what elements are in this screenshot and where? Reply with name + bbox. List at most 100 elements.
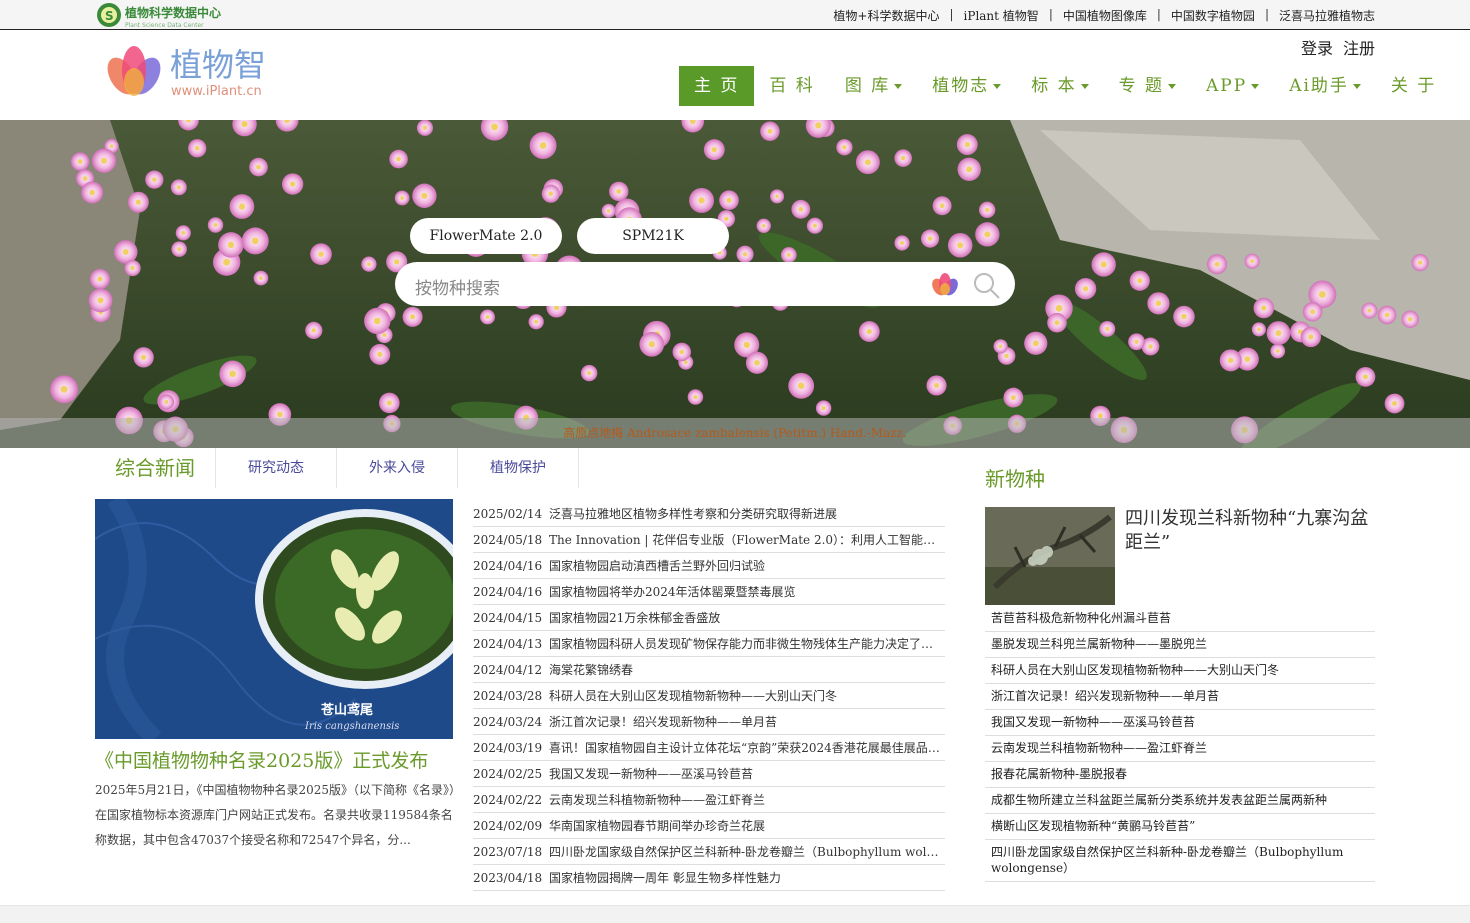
news-date: 2024/03/28 [473, 688, 543, 703]
link-iplant[interactable]: iPlant 植物智 [964, 7, 1039, 24]
news-title[interactable]: 科研人员在大别山区发现植物新物种——大别山天门冬 [549, 687, 945, 704]
login-link[interactable]: 登录 [1301, 35, 1333, 59]
link-digital-garden[interactable]: 中国数字植物园 [1171, 7, 1255, 24]
news-item[interactable]: 2024/03/28 科研人员在大别山区发现植物新物种——大别山天门冬 [473, 683, 945, 709]
link-plant-data-center[interactable]: 植物+科学数据中心 [833, 7, 939, 24]
caret-down-icon [1251, 84, 1260, 89]
news-item[interactable]: 2024/04/12 海棠花繁锦绣春 [473, 657, 945, 683]
register-link[interactable]: 注册 [1343, 35, 1375, 59]
psdc-logo[interactable]: S 植物科学数据中心 Plant Science Data Center [95, 1, 235, 29]
species-search-bar[interactable]: 按物种搜索 [395, 262, 1015, 306]
news-title[interactable]: 国家植物园揭牌一周年 彰显生物多样性魅力 [549, 869, 945, 886]
nav-app[interactable]: APP [1191, 66, 1274, 106]
news-item[interactable]: 2023/07/18 四川卧龙国家级自然保护区兰科新种-卧龙卷瓣兰（Bulboph… [473, 839, 945, 865]
new-species-item[interactable]: 四川卧龙国家级自然保护区兰科新种-卧龙卷瓣兰（Bulbophyllum wolo… [985, 840, 1375, 882]
bloom-eye [141, 354, 147, 360]
news-item[interactable]: 2023/04/18 国家植物园揭牌一周年 彰显生物多样性魅力 [473, 865, 945, 891]
new-species-image[interactable] [985, 507, 1115, 605]
search-icon[interactable] [971, 270, 1001, 300]
new-species-item[interactable]: 云南发现兰科植物新物种——盈江虾脊兰 [985, 736, 1375, 762]
link-image-library[interactable]: 中国植物图像库 [1063, 7, 1147, 24]
bloom-eye [797, 382, 805, 390]
news-title[interactable]: 国家植物园将举办2024年活体罂粟暨禁毒展览 [549, 583, 945, 600]
link-pan-himalaya-flora[interactable]: 泛喜马拉雅植物志 [1279, 7, 1375, 24]
nav-ai-assistant[interactable]: Ai助手 [1274, 66, 1376, 106]
nav-gallery[interactable]: 图 库 [830, 66, 917, 106]
new-species-item[interactable]: 苦苣苔科极危新物种化州漏斗苣苔 [985, 606, 1375, 632]
bloom-eye [548, 191, 554, 196]
nav-encyclopedia[interactable]: 百 科 [754, 66, 829, 106]
new-species-item[interactable]: 报春花属新物种-墨脱报春 [985, 762, 1375, 788]
bloom-eye [742, 252, 748, 257]
iplant-logo[interactable]: 植物智 www.iPlant.cn [100, 38, 280, 100]
top-bar: S 植物科学数据中心 Plant Science Data Center 植物+… [0, 0, 1470, 30]
news-date: 2024/02/25 [473, 766, 543, 781]
new-species-headline[interactable]: 四川发现兰科新物种“九寨沟盆距兰” [1125, 507, 1375, 555]
news-item[interactable]: 2024/03/24 浙江首次记录！绍兴发现新物种——单月苔 [473, 709, 945, 735]
news-title[interactable]: 华南国家植物园春节期间举办珍奇兰花展 [549, 817, 945, 834]
news-title[interactable]: 海棠花繁锦绣春 [549, 661, 945, 678]
bloom-eye [985, 207, 990, 212]
tab-plant-protection[interactable]: 植物保护 [458, 448, 579, 488]
news-item[interactable]: 2024/05/18 The Innovation | 花伴侣专业版（Flower… [473, 527, 945, 553]
bloom-eye [1392, 401, 1398, 406]
bloom-eye [373, 317, 381, 325]
bloom-eye [101, 157, 108, 164]
feature-image[interactable]: 苍山鸢尾 Iris cangshanensis [95, 499, 453, 739]
tab-general-news[interactable]: 综合新闻 [95, 448, 216, 488]
nav-flora[interactable]: 植物志 [917, 66, 1016, 106]
bloom-eye [1214, 261, 1220, 267]
nav-home[interactable]: 主 页 [679, 66, 755, 106]
news-item[interactable]: 2024/02/25 我国又发现一新物种——巫溪马铃苣苔 [473, 761, 945, 787]
new-species-item[interactable]: 成都生物所建立兰科盆距兰属新分类系统并发表盆距兰属两新种 [985, 788, 1375, 814]
bloom-eye [534, 319, 539, 324]
nav-label: 植物志 [932, 76, 990, 96]
news-title[interactable]: 云南发现兰科植物新物种——盈江虾脊兰 [549, 791, 945, 808]
bloom-eye [223, 258, 231, 266]
news-item[interactable]: 2024/04/13 国家植物园科研人员发现矿物保存能力而非微生物残体生产能力决定… [473, 631, 945, 657]
news-date: 2023/07/18 [473, 844, 543, 859]
news-item[interactable]: 2025/02/14 泛喜马拉雅地区植物多样性考察和分类研究取得新进展 [473, 501, 945, 527]
tab-research[interactable]: 研究动态 [216, 448, 337, 488]
photo-caption: 高原点地梅 Androsace zambalensis (Petitm.) Ha… [0, 418, 1470, 448]
news-item[interactable]: 2024/04/16 国家植物园启动滇西槽舌兰野外回归试验 [473, 553, 945, 579]
bloom-eye [394, 259, 400, 265]
feature-title[interactable]: 《中国植物物种名录2025版》正式发布 [95, 746, 428, 773]
bloom-eye [606, 209, 611, 213]
bloom-eye [539, 142, 547, 149]
flowermate-button[interactable]: FlowerMate 2.0 [410, 218, 562, 254]
new-species-item[interactable]: 墨脱发现兰科兜兰属新物种——墨脱兜兰 [985, 632, 1375, 658]
news-title[interactable]: 喜讯！国家植物园自主设计立体花坛“京韵”荣获2024香港花展最佳展品金奖 [549, 739, 945, 756]
tab-invasive[interactable]: 外来入侵 [337, 448, 458, 488]
news-title[interactable]: 我国又发现一新物种——巫溪马铃苣苔 [549, 765, 945, 782]
nav-topics[interactable]: 专 题 [1104, 66, 1191, 106]
bloom-eye [812, 223, 817, 228]
separator: | [1264, 7, 1269, 21]
new-species-item[interactable]: 浙江首次记录！绍兴发现新物种——单月苔 [985, 684, 1375, 710]
news-title[interactable]: 国家植物园启动滇西槽舌兰野外回归试验 [549, 557, 945, 574]
news-title[interactable]: 国家植物园科研人员发现矿物保存能力而非微生物残体生产能力决定了矿物结合态有机碳 [549, 635, 945, 652]
bloom-eye [998, 344, 1003, 349]
bloom-eye [1362, 374, 1368, 380]
nav-label: 图 库 [844, 76, 891, 96]
new-species-item[interactable]: 科研人员在大别山区发现植物新物种——大别山天门冬 [985, 658, 1375, 684]
news-title[interactable]: 四川卧龙国家级自然保护区兰科新种-卧龙卷瓣兰（Bulbophyllum wolo… [549, 843, 945, 860]
news-item[interactable]: 2024/02/09 华南国家植物园春节期间举办珍奇兰花展 [473, 813, 945, 839]
new-species-item[interactable]: 横断山区发现植物新种“黄鹂马铃苣苔” [985, 814, 1375, 840]
new-species-item[interactable]: 我国又发现一新物种——巫溪马铃苣苔 [985, 710, 1375, 736]
lotus-logo-icon: 植物智 www.iPlant.cn [107, 46, 266, 99]
news-item[interactable]: 2024/02/22 云南发现兰科植物新物种——盈江虾脊兰 [473, 787, 945, 813]
news-title[interactable]: The Innovation | 花伴侣专业版（FlowerMate 2.0）：… [549, 531, 945, 548]
news-item[interactable]: 2024/03/19 喜讯！国家植物园自主设计立体花坛“京韵”荣获2024香港花展… [473, 735, 945, 761]
news-title[interactable]: 泛喜马拉雅地区植物多样性考察和分类研究取得新进展 [549, 505, 945, 522]
bloom-eye [377, 351, 383, 357]
nav-about[interactable]: 关 于 [1376, 66, 1451, 106]
news-item[interactable]: 2024/04/16 国家植物园将举办2024年活体罂粟暨禁毒展览 [473, 579, 945, 605]
bloom-eye [382, 333, 387, 338]
news-title[interactable]: 浙江首次记录！绍兴发现新物种——单月苔 [549, 713, 945, 730]
nav-specimen[interactable]: 标 本 [1016, 66, 1103, 106]
news-title[interactable]: 国家植物园21万余株郁金香盛放 [549, 609, 945, 626]
news-item[interactable]: 2024/04/15 国家植物园21万余株郁金香盛放 [473, 605, 945, 631]
spm21k-button[interactable]: SPM21K [577, 218, 729, 254]
lotus-icon[interactable] [929, 272, 961, 296]
